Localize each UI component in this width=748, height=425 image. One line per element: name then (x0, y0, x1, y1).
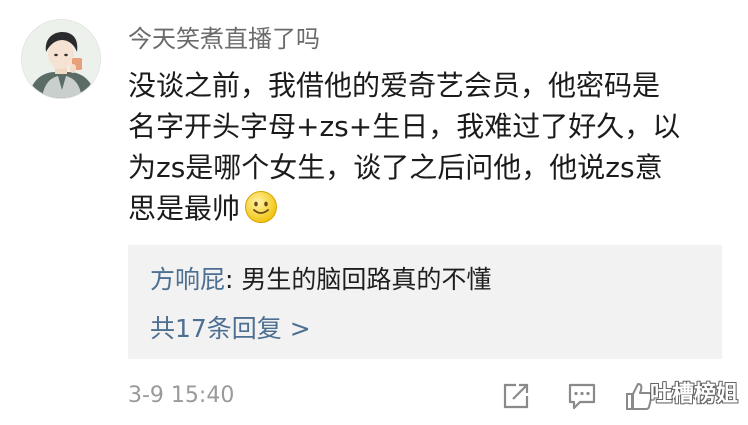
view-all-replies-link[interactable]: 共17条回复 > (150, 311, 311, 347)
comment-text-line: 没谈之前，我借他的爱奇艺会员，他密码是 (128, 69, 661, 102)
comment-timestamp: 3-9 15:40 (128, 383, 235, 408)
comment-text-line-content: 思是最帅 (128, 192, 241, 225)
avatar-illustration (22, 20, 100, 98)
avatar[interactable] (22, 20, 100, 98)
comment-text-line-last: 思是最帅 (128, 188, 728, 229)
comment-text-line: 为zs是哪个女生，谈了之后问他，他说zs意 (128, 151, 663, 184)
comment-username[interactable]: 今天笑煮直播了吗 (128, 22, 320, 56)
comment-text: 没谈之前，我借他的爱奇艺会员，他密码是 名字开头字母+zs+生日，我难过了好久，… (128, 65, 728, 229)
reply-item[interactable]: 方响屁: 男生的脑回路真的不懂 (150, 262, 491, 298)
reply-separator: : (225, 265, 242, 294)
comment-card: 今天笑煮直播了吗 没谈之前，我借他的爱奇艺会员，他密码是 名字开头字母+zs+生… (0, 0, 748, 425)
replies-panel[interactable]: 方响屁: 男生的脑回路真的不懂 共17条回复 > (128, 245, 722, 359)
share-icon[interactable] (500, 380, 532, 412)
reply-author[interactable]: 方响屁 (150, 265, 225, 294)
reply-icon[interactable] (566, 380, 598, 412)
comment-text-line: 名字开头字母+zs+生日，我难过了好久，以 (128, 110, 681, 143)
watermark-text: 吐槽榜姐 (650, 382, 739, 407)
smiley-emoji-icon (244, 190, 278, 224)
reply-text: 男生的脑回路真的不懂 (241, 265, 492, 294)
